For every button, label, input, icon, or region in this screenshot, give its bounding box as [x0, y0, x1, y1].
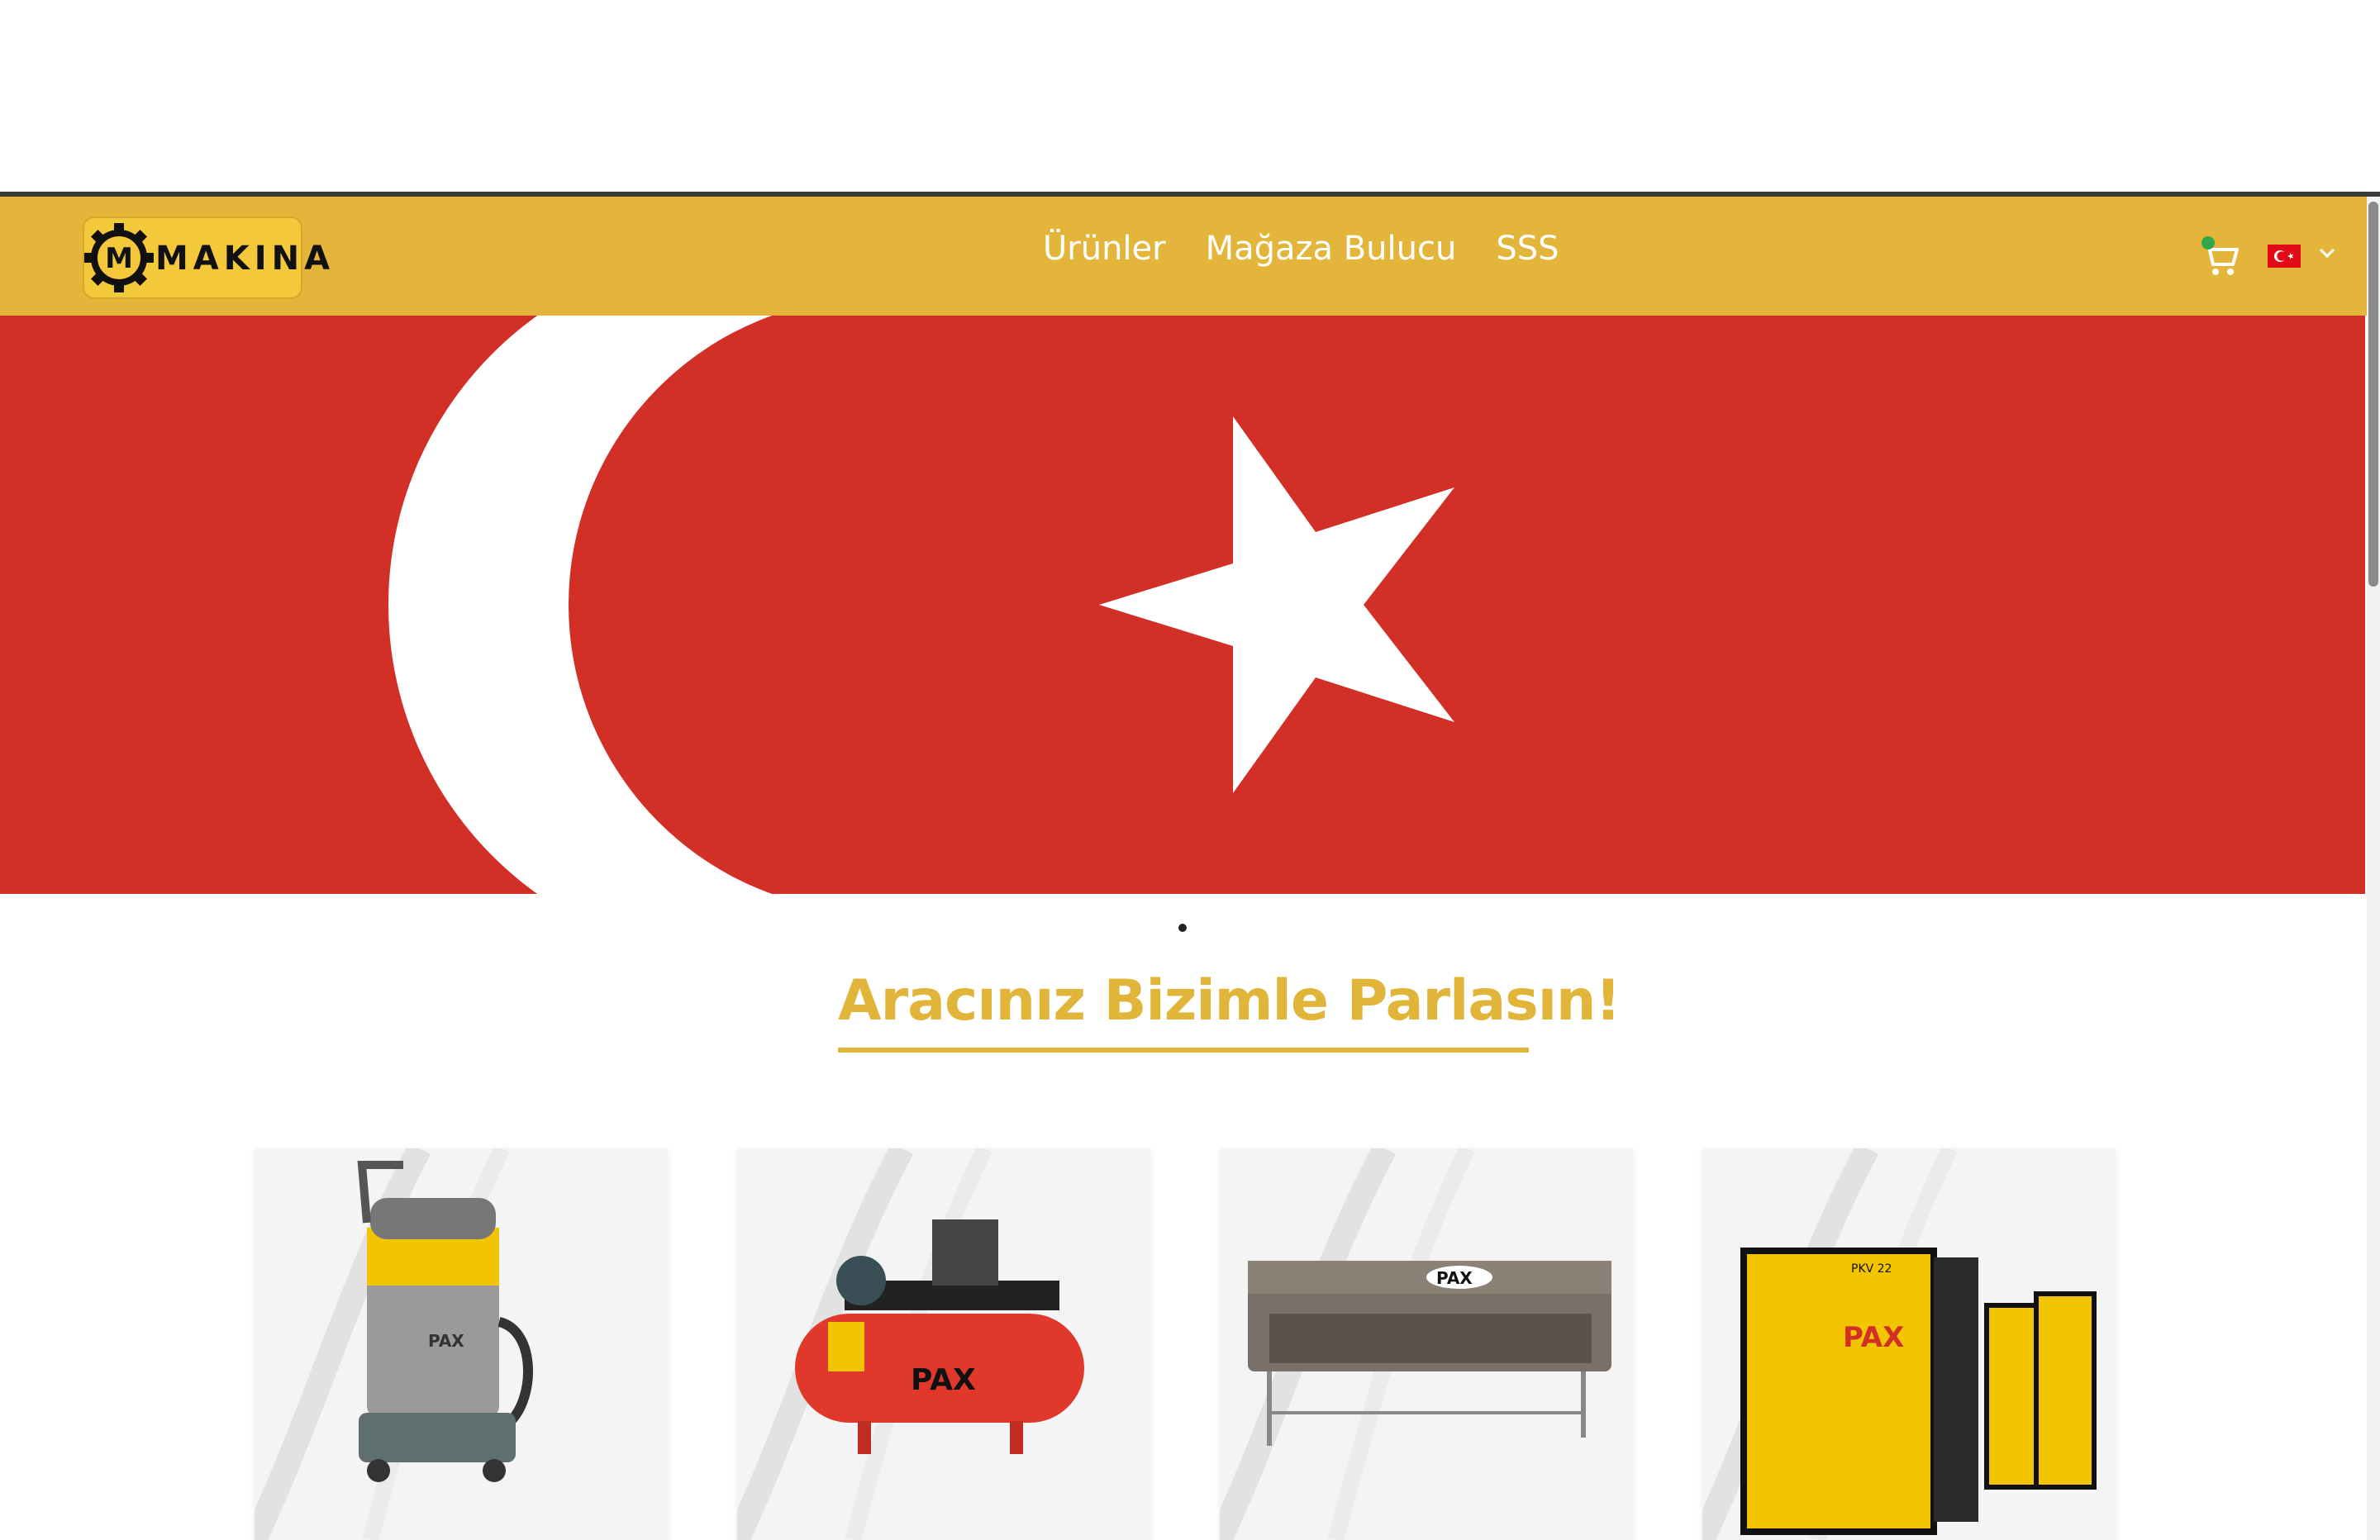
- product-card-compressor[interactable]: PAX: [737, 1148, 1150, 1540]
- logo[interactable]: M MAKINA: [83, 216, 330, 299]
- product-model-screw-compressor: PKV 22: [1851, 1262, 1892, 1276]
- page-headline: Aracınız Bizimle Parlasın!: [838, 968, 1621, 1034]
- product-brand-screw-compressor: PAX: [1843, 1321, 1904, 1354]
- cart-status-dot: [2202, 236, 2215, 250]
- nav-link-products[interactable]: Ürünler: [1043, 230, 1166, 268]
- product-card-screw-compressor[interactable]: PKV 22 PAX: [1702, 1148, 2116, 1540]
- gear-icon: M: [84, 223, 154, 292]
- air-compressor-image: PAX: [795, 1219, 1084, 1454]
- chevron-down-icon: [2319, 248, 2335, 259]
- product-card-carpet-machine[interactable]: PAX: [1220, 1148, 1633, 1540]
- nav-link-faq[interactable]: SSS: [1496, 230, 1559, 268]
- language-selector[interactable]: [2268, 241, 2350, 274]
- nav-link-store-finder[interactable]: Mağaza Bulucu: [1206, 230, 1457, 268]
- wet-dry-vacuum-image: PAX: [357, 1161, 533, 1482]
- blank-top-area: [0, 0, 2380, 192]
- turkish-flag-image: [0, 316, 2365, 894]
- product-card-vacuum[interactable]: PAX: [255, 1148, 668, 1540]
- headline-underline: [838, 1048, 1529, 1053]
- navbar: M MAKINA Ürünler Mağaza Bulucu SSS: [0, 197, 2367, 316]
- carousel-indicator-dot[interactable]: [1178, 924, 1187, 932]
- logo-letter: M: [105, 242, 133, 275]
- screw-compressor-image: PKV 22 PAX: [1740, 1248, 2097, 1535]
- main-nav: Ürünler Mağaza Bulucu SSS: [1043, 230, 1559, 268]
- scrollbar-thumb[interactable]: [2368, 202, 2378, 587]
- product-brand-vacuum: PAX: [428, 1331, 464, 1351]
- turkish-flag-icon: [2268, 245, 2301, 268]
- product-brand-compressor: PAX: [911, 1363, 976, 1397]
- product-brand-carpet-machine: PAX: [1436, 1268, 1473, 1288]
- logo-text: MAKINA: [155, 240, 336, 278]
- hero-banner: [0, 316, 2365, 894]
- carpet-washing-machine-image: PAX: [1248, 1261, 1611, 1446]
